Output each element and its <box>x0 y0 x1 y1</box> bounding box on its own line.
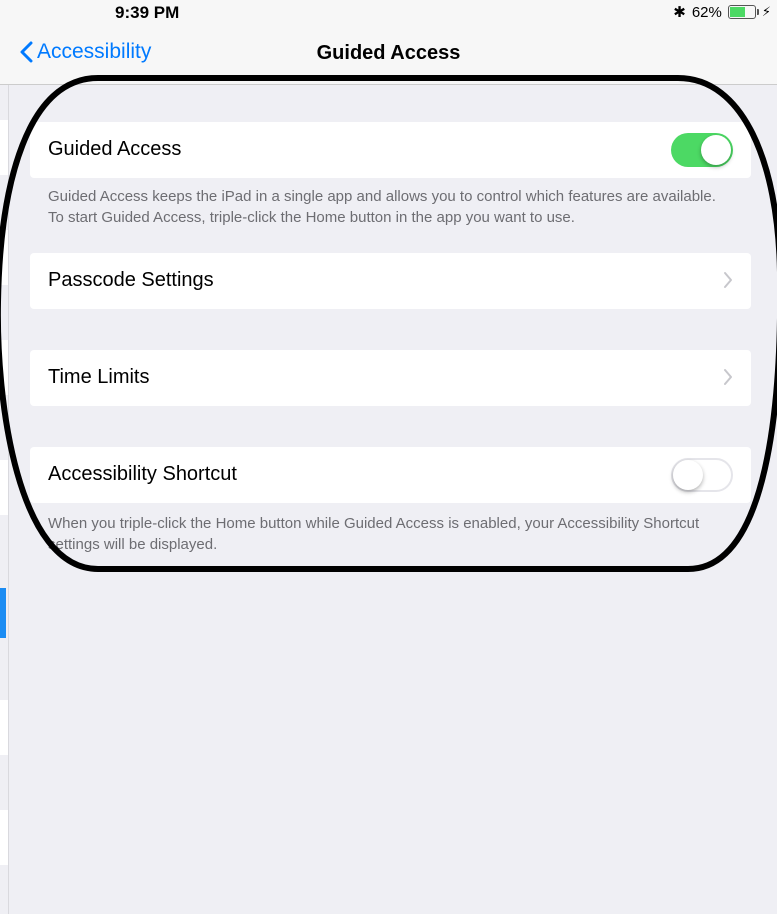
navigation-bar: Accessibility Guided Access <box>0 24 777 85</box>
battery-icon <box>727 5 759 19</box>
accessibility-shortcut-toggle[interactable] <box>671 458 733 492</box>
battery-percent: 62% <box>691 3 722 21</box>
toggle-knob <box>673 460 703 490</box>
passcode-settings-row[interactable]: Passcode Settings <box>30 253 751 309</box>
time-limits-row[interactable]: Time Limits <box>30 350 751 406</box>
status-indicators: ✱ 62% ⚡ <box>673 3 771 22</box>
toggle-knob <box>701 135 731 165</box>
accessibility-shortcut-row: Accessibility Shortcut <box>30 447 751 503</box>
accessibility-shortcut-label: Accessibility Shortcut <box>48 463 237 485</box>
page-title: Guided Access <box>316 42 461 64</box>
bluetooth-icon: ✱ <box>673 4 686 21</box>
charging-icon: ⚡ <box>761 4 771 19</box>
chevron-right-icon <box>724 369 732 385</box>
sidebar-selection-indicator <box>0 588 6 638</box>
guided-access-row: Guided Access <box>30 122 751 178</box>
passcode-settings-label: Passcode Settings <box>48 269 214 291</box>
guided-access-footer: Guided Access keeps the iPad in a single… <box>48 188 716 226</box>
guided-access-label: Guided Access <box>48 138 182 160</box>
time-limits-label: Time Limits <box>48 366 150 388</box>
status-time: 9:39 PM <box>115 3 180 22</box>
status-bar: 9:39 PM ✱ 62% ⚡ <box>0 0 777 24</box>
guided-access-toggle[interactable] <box>671 133 733 167</box>
background-sidebar-strip <box>0 0 9 914</box>
chevron-right-icon <box>724 272 732 288</box>
accessibility-shortcut-footer: When you triple-click the Home button wh… <box>48 515 700 553</box>
